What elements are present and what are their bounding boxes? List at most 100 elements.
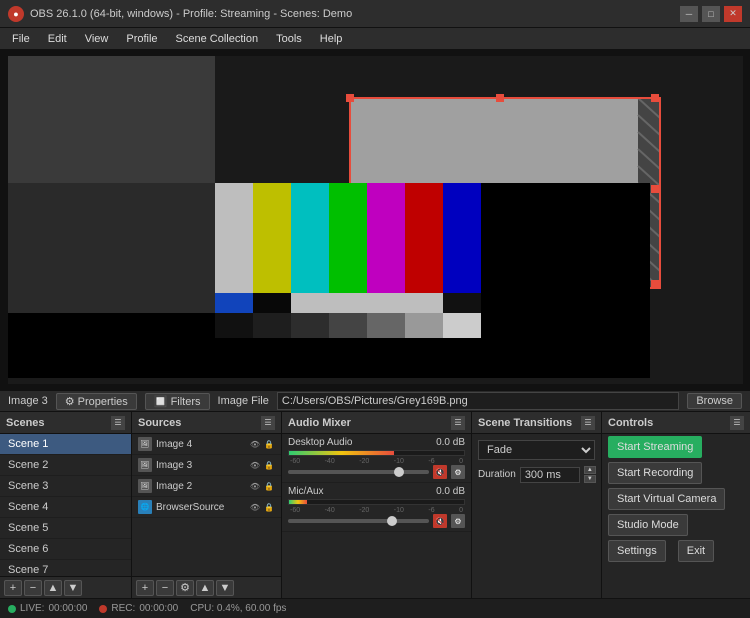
source-list-item[interactable]: 🖼Image 2👁🔒 [132, 476, 281, 497]
menu-item-view[interactable]: View [77, 31, 117, 47]
preview-canvas [0, 50, 750, 390]
controls-panel-menu-btn[interactable]: ☰ [730, 416, 744, 430]
scene-list-item[interactable]: Scene 1 [0, 434, 131, 455]
close-button[interactable]: ✕ [724, 6, 742, 22]
source-controls: 👁🔒 [249, 480, 275, 492]
menu-item-scene-collection[interactable]: Scene Collection [168, 31, 267, 47]
rec-label: REC: [111, 603, 135, 614]
rec-status: REC: 00:00:00 [99, 603, 178, 614]
control-start-recording-button[interactable]: Start Recording [608, 462, 702, 484]
source-visibility-button[interactable]: 👁 [249, 438, 261, 450]
control-start-streaming-button[interactable]: Start Streaming [608, 436, 702, 458]
live-indicator [8, 605, 16, 613]
scenes-header-label: Scenes [6, 417, 45, 429]
move-scene-down-button[interactable]: ▼ [64, 580, 82, 596]
control-start-virtual-camera-button[interactable]: Start Virtual Camera [608, 488, 725, 510]
audio-meter-fill [289, 451, 394, 455]
add-scene-button[interactable]: + [4, 580, 22, 596]
remove-source-button[interactable]: − [156, 580, 174, 596]
move-source-down-button[interactable]: ▼ [216, 580, 234, 596]
audio-config-button[interactable]: ⚙ [451, 465, 465, 479]
audio-mute-button[interactable]: 🔇 [433, 465, 447, 479]
minimize-button[interactable]: ─ [680, 6, 698, 22]
menu-item-file[interactable]: File [4, 31, 38, 47]
source-visibility-button[interactable]: 👁 [249, 480, 261, 492]
source-controls: 👁🔒 [249, 438, 275, 450]
control-buttons: Start Streaming Start Recording Start Virt… [602, 434, 750, 564]
sources-panel-controls: ☰ [261, 416, 275, 430]
menu-item-tools[interactable]: Tools [268, 31, 310, 47]
source-list-item[interactable]: 🌐BrowserSource👁🔒 [132, 497, 281, 518]
control-studio-mode-button[interactable]: Studio Mode [608, 514, 688, 536]
scene-list-item[interactable]: Scene 7 [0, 560, 131, 576]
move-scene-up-button[interactable]: ▲ [44, 580, 62, 596]
audio-volume-slider[interactable] [288, 519, 429, 523]
source-name-label: Image 3 [156, 460, 245, 471]
scene-list-item[interactable]: Scene 5 [0, 518, 131, 539]
sources-toolbar: + − ⚙ ▲ ▼ [132, 576, 281, 598]
control-exit-button[interactable]: Exit [678, 540, 714, 562]
filters-button[interactable]: 🔲 Filters [145, 393, 210, 410]
source-list-item[interactable]: 🖼Image 4👁🔒 [132, 434, 281, 455]
source-list-item[interactable]: 🖼Image 3👁🔒 [132, 455, 281, 476]
transitions-panel-header: Scene Transitions ☰ [472, 412, 601, 434]
audio-config-button[interactable]: ⚙ [451, 514, 465, 528]
menu-item-profile[interactable]: Profile [118, 31, 165, 47]
scale-mark: -40 [325, 458, 335, 465]
source-visibility-button[interactable]: 👁 [249, 501, 261, 513]
move-source-up-button[interactable]: ▲ [196, 580, 214, 596]
audio-slider-thumb[interactable] [394, 467, 404, 477]
maximize-button[interactable]: □ [702, 6, 720, 22]
audio-channel: Desktop Audio 0.0 dB -60-40-20-10-60 🔇 ⚙ [282, 434, 471, 483]
source-lock-button[interactable]: 🔒 [263, 438, 275, 450]
scenes-toolbar: + − ▲ ▼ [0, 576, 131, 598]
duration-up-btn[interactable]: ▲ [584, 466, 596, 474]
source-lock-button[interactable]: 🔒 [263, 480, 275, 492]
scene-list-item[interactable]: Scene 3 [0, 476, 131, 497]
scene-list-item[interactable]: Scene 6 [0, 539, 131, 560]
transitions-panel-menu-btn[interactable]: ☰ [581, 416, 595, 430]
source-type-icon: 🌐 [138, 500, 152, 514]
scale-mark: -6 [428, 507, 434, 514]
source-controls: 👁🔒 [249, 459, 275, 471]
bottom-status-bar: LIVE: 00:00:00 REC: 00:00:00 CPU: 0.4%, … [0, 598, 750, 618]
cpu-status: CPU: 0.4%, 60.00 fps [190, 603, 286, 614]
app-logo: ● [8, 6, 24, 22]
source-properties-button[interactable]: ⚙ [176, 580, 194, 596]
remove-scene-button[interactable]: − [24, 580, 42, 596]
source-visibility-button[interactable]: 👁 [249, 459, 261, 471]
audio-channel-db: 0.0 dB [436, 486, 465, 497]
audio-mute-button[interactable]: 🔇 [433, 514, 447, 528]
add-source-button[interactable]: + [136, 580, 154, 596]
properties-bar: Image 3 ⚙ Properties 🔲 Filters Image Fil… [0, 390, 750, 412]
properties-button[interactable]: ⚙ Properties [56, 393, 137, 410]
sources-panel-menu-btn[interactable]: ☰ [261, 416, 275, 430]
window-controls: ─ □ ✕ [680, 6, 742, 22]
menu-item-edit[interactable]: Edit [40, 31, 75, 47]
preview-area [0, 50, 750, 390]
transition-type-select[interactable]: FadeCutSwipeSlideStinger [478, 440, 595, 460]
browse-button[interactable]: Browse [687, 393, 742, 409]
audio-controls-row: 🔇 ⚙ [288, 514, 465, 528]
duration-down-btn[interactable]: ▼ [584, 475, 596, 483]
audio-panel-menu-btn[interactable]: ☰ [451, 416, 465, 430]
scenes-panel-menu-btn[interactable]: ☰ [111, 416, 125, 430]
scale-mark: -20 [359, 458, 369, 465]
audio-mixer-panel: Audio Mixer ☰ Desktop Audio 0.0 dB -60-4… [282, 412, 472, 598]
scene-list-item[interactable]: Scene 4 [0, 497, 131, 518]
audio-scale-marks: -60-40-20-10-60 [288, 507, 465, 514]
image-file-label: Image File [218, 395, 269, 407]
cpu-label: CPU: 0.4%, 60.00 fps [190, 603, 286, 614]
audio-controls-row: 🔇 ⚙ [288, 465, 465, 479]
audio-slider-thumb[interactable] [387, 516, 397, 526]
scene-list-item[interactable]: Scene 2 [0, 455, 131, 476]
duration-input[interactable] [520, 467, 580, 483]
source-lock-button[interactable]: 🔒 [263, 501, 275, 513]
transitions-panel: Scene Transitions ☰ FadeCutSwipeSlideSti… [472, 412, 602, 598]
image-path-input[interactable] [277, 392, 679, 410]
source-lock-button[interactable]: 🔒 [263, 459, 275, 471]
audio-volume-slider[interactable] [288, 470, 429, 474]
scale-mark: -20 [359, 507, 369, 514]
menu-item-help[interactable]: Help [312, 31, 351, 47]
control-settings-button[interactable]: Settings [608, 540, 666, 562]
